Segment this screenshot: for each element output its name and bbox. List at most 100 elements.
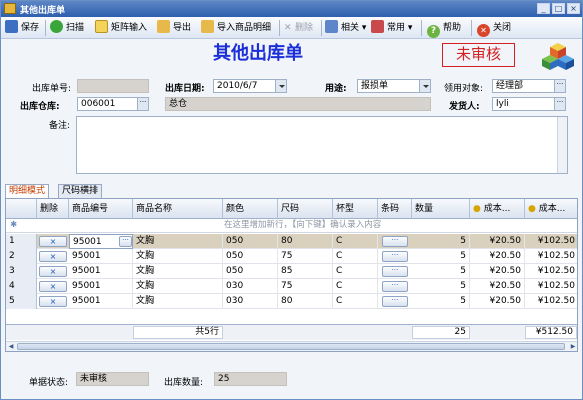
cell-color[interactable]: 050 [223, 264, 278, 279]
chevron-down-icon[interactable] [419, 80, 430, 92]
column-header-cost-unit[interactable]: ● 成本... [470, 199, 525, 219]
cell-cost2[interactable]: ¥102.50 [525, 294, 577, 309]
table-row[interactable]: 1 × 95001 文胸 050 80 C 5 ¥20.50 ¥102.50 ··· ··· [6, 234, 577, 249]
cell-size[interactable]: 75 [278, 249, 333, 264]
tab-detail-mode[interactable]: 明细模式 [5, 184, 50, 199]
barcode-lookup-button[interactable]: ··· [382, 251, 408, 262]
barcode-lookup-button[interactable]: ··· [382, 281, 408, 292]
cell-color[interactable]: 050 [223, 249, 278, 264]
cell-qty[interactable]: 5 [412, 264, 470, 279]
cell-qty[interactable]: 5 [412, 249, 470, 264]
remark-scrollbar[interactable] [557, 117, 567, 173]
column-header-cost-total[interactable]: ● 成本... [525, 199, 577, 219]
delete-row-button[interactable]: × [39, 296, 67, 307]
chevron-down-icon[interactable] [275, 80, 286, 92]
cell-size[interactable]: 80 [278, 294, 333, 309]
delete-row-button[interactable]: × [39, 266, 67, 277]
matrix-input-button[interactable]: 矩阵输入 [95, 20, 147, 36]
cell-cost2[interactable]: ¥102.50 [525, 264, 577, 279]
scroll-right-icon[interactable]: ▶ [568, 342, 577, 351]
row-index[interactable]: 2 [6, 249, 37, 264]
scroll-thumb[interactable] [17, 343, 565, 350]
close-button[interactable]: ✕ 关闭 [477, 20, 511, 37]
maximize-button[interactable]: □ [552, 3, 565, 14]
cell-cost1[interactable]: ¥20.50 [470, 294, 525, 309]
column-header-name[interactable]: 商品名称 [133, 199, 223, 219]
column-header-delete[interactable]: 删除 [37, 199, 69, 219]
common-menu-button[interactable]: 常用 ▾ [371, 20, 412, 36]
delete-button[interactable]: ✕ 删除 [284, 20, 313, 36]
cell-cost1[interactable]: ¥20.50 [470, 264, 525, 279]
table-row[interactable]: 4 × 95001 文胸 030 75 C 5 ¥20.50 ¥102.50 ··· [6, 279, 577, 294]
barcode-lookup-button[interactable]: ··· [382, 236, 408, 247]
cell-cup[interactable]: C [333, 249, 378, 264]
recipient-field[interactable]: 经理部 ··· [492, 79, 566, 93]
cell-code[interactable]: 95001 [69, 264, 133, 279]
grid-horizontal-scrollbar[interactable]: ◀ ▶ [6, 341, 577, 351]
warehouse-code-field[interactable]: 006001 ··· [77, 97, 149, 111]
purpose-select[interactable]: 报损单 [357, 79, 431, 93]
related-menu-button[interactable]: 相关 ▾ [325, 20, 366, 36]
row-index[interactable]: 3 [6, 264, 37, 279]
minimize-button[interactable]: _ [537, 3, 550, 14]
scan-button[interactable]: 扫描 [50, 20, 84, 36]
column-header-cup[interactable]: 杯型 [333, 199, 378, 219]
export-button[interactable]: 导出 [157, 20, 191, 36]
cell-code[interactable]: 95001 [69, 279, 133, 294]
cell-name[interactable]: 文胸 [133, 234, 223, 249]
table-row[interactable]: 5 × 95001 文胸 030 80 C 5 ¥20.50 ¥102.50 ··· [6, 294, 577, 309]
cell-color[interactable]: 050 [223, 234, 278, 249]
cell-name[interactable]: 文胸 [133, 279, 223, 294]
barcode-lookup-button[interactable]: ··· [382, 266, 408, 277]
cell-color[interactable]: 030 [223, 294, 278, 309]
cell-name[interactable]: 文胸 [133, 264, 223, 279]
cell-cost1[interactable]: ¥20.50 [470, 234, 525, 249]
cell-size[interactable]: 85 [278, 264, 333, 279]
cell-name[interactable]: 文胸 [133, 249, 223, 264]
code-lookup-button[interactable]: ··· [119, 236, 132, 247]
cell-qty[interactable]: 5 [412, 279, 470, 294]
row-index[interactable]: 5 [6, 294, 37, 309]
tab-size-horizontal[interactable]: 尺码横排 [58, 184, 103, 198]
cell-code[interactable]: 95001 [69, 294, 133, 309]
delete-row-button[interactable]: × [39, 251, 67, 262]
sender-field[interactable]: lyli ··· [492, 97, 566, 111]
column-header-color[interactable]: 颜色 [223, 199, 278, 219]
scroll-left-icon[interactable]: ◀ [6, 342, 16, 351]
remark-textarea[interactable] [76, 116, 568, 174]
cell-cup[interactable]: C [333, 294, 378, 309]
cell-cup[interactable]: C [333, 264, 378, 279]
cell-cup[interactable]: C [333, 234, 378, 249]
row-index[interactable]: 1 [6, 234, 37, 249]
date-picker[interactable]: 2010/6/7 [213, 79, 287, 93]
cell-cost2[interactable]: ¥102.50 [525, 279, 577, 294]
column-header-qty[interactable]: 数量 [412, 199, 470, 219]
lookup-button[interactable]: ··· [554, 98, 565, 110]
cell-qty[interactable]: 5 [412, 234, 470, 249]
close-window-button[interactable]: × [567, 3, 580, 14]
cell-qty[interactable]: 5 [412, 294, 470, 309]
table-row[interactable]: 2 × 95001 文胸 050 75 C 5 ¥20.50 ¥102.50 ··· [6, 249, 577, 264]
cell-code[interactable]: 95001 [69, 249, 133, 264]
import-details-button[interactable]: 导入商品明细 [201, 20, 271, 36]
cell-size[interactable]: 80 [278, 234, 333, 249]
help-button[interactable]: ? 帮助 [427, 20, 461, 38]
cell-cost1[interactable]: ¥20.50 [470, 279, 525, 294]
cell-cost2[interactable]: ¥102.50 [525, 234, 577, 249]
cell-name[interactable]: 文胸 [133, 294, 223, 309]
delete-row-button[interactable]: × [39, 236, 67, 247]
table-row[interactable]: 3 × 95001 文胸 050 85 C 5 ¥20.50 ¥102.50 ··· [6, 264, 577, 279]
lookup-button[interactable]: ··· [554, 80, 565, 92]
save-button[interactable]: 保存 [5, 20, 39, 36]
column-header-code[interactable]: 商品编号 [69, 199, 133, 219]
column-header-barcode[interactable]: 条码 [378, 199, 412, 219]
barcode-lookup-button[interactable]: ··· [382, 296, 408, 307]
column-header-size[interactable]: 尺码 [278, 199, 333, 219]
row-index[interactable]: 4 [6, 279, 37, 294]
cell-size[interactable]: 75 [278, 279, 333, 294]
cell-color[interactable]: 030 [223, 279, 278, 294]
new-row-hint-row[interactable]: ✱ 在这里增加新行，【向下键】确认录入内容 [6, 219, 577, 233]
delete-row-button[interactable]: × [39, 281, 67, 292]
cell-cost2[interactable]: ¥102.50 [525, 249, 577, 264]
lookup-button[interactable]: ··· [137, 98, 148, 110]
